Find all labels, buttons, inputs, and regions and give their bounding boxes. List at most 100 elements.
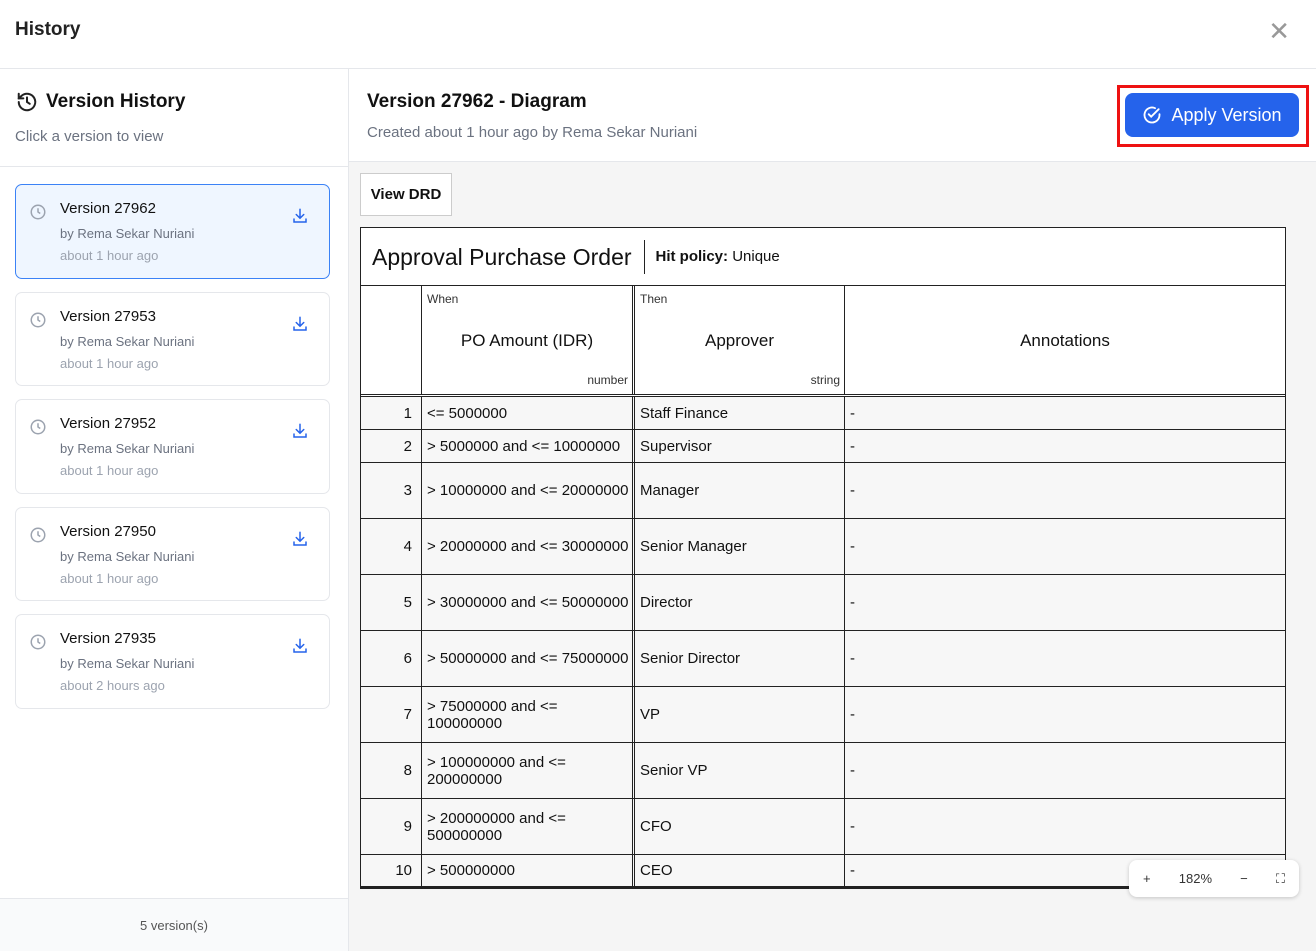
version-time: about 1 hour ago [60,356,158,371]
download-icon[interactable] [291,422,309,440]
version-item[interactable]: Version 27962 by Rema Sekar Nuriani abou… [15,184,330,279]
history-icon [16,91,38,113]
input-cell[interactable]: > 20000000 and <= 30000000 [422,519,635,574]
clock-icon [29,311,47,329]
download-icon[interactable] [291,637,309,655]
table-row: 7> 75000000 and <= 100000000VP- [361,687,1285,743]
sidebar-title: Version History [46,91,185,113]
table-row: 1<= 5000000Staff Finance- [361,397,1285,430]
version-label: Version 27962 [60,200,156,217]
apply-version-button[interactable]: Apply Version [1125,93,1299,137]
output-cell[interactable]: CEO [635,855,845,886]
zoom-level: 182% [1179,871,1212,886]
output-cell[interactable]: Supervisor [635,430,845,462]
output-cell[interactable]: Manager [635,463,845,518]
output-name: Approver [635,331,844,351]
row-index: 1 [361,397,422,429]
clock-icon [29,203,47,221]
input-column-header[interactable]: When PO Amount (IDR) number [422,286,635,394]
annotation-cell[interactable]: - [845,575,1285,630]
annotation-cell[interactable]: - [845,430,1285,462]
download-icon[interactable] [291,315,309,333]
row-index: 9 [361,799,422,854]
close-icon[interactable]: ✕ [1268,18,1290,44]
sidebar-header: Version History Click a version to view [0,69,348,167]
decision-table: Approval Purchase Order Hit policy: Uniq… [360,227,1286,889]
table-row: 6> 50000000 and <= 75000000Senior Direct… [361,631,1285,687]
version-author: by Rema Sekar Nuriani [60,226,194,241]
input-cell[interactable]: > 100000000 and <= 200000000 [422,743,635,798]
version-time: about 1 hour ago [60,463,158,478]
annotation-cell[interactable]: - [845,397,1285,429]
annotation-cell[interactable]: - [845,519,1285,574]
output-cell[interactable]: Senior Director [635,631,845,686]
row-index: 2 [361,430,422,462]
output-cell[interactable]: Director [635,575,845,630]
annotation-cell[interactable]: - [845,687,1285,742]
zoom-in-button[interactable]: + [1143,871,1151,886]
clock-icon [29,418,47,436]
annotation-cell[interactable]: - [845,631,1285,686]
version-item[interactable]: Version 27935 by Rema Sekar Nuriani abou… [15,614,330,709]
version-item[interactable]: Version 27952 by Rema Sekar Nuriani abou… [15,399,330,494]
input-cell[interactable]: > 30000000 and <= 50000000 [422,575,635,630]
download-icon[interactable] [291,530,309,548]
zoom-out-button[interactable]: − [1240,871,1248,886]
version-time: about 1 hour ago [60,248,158,263]
table-row: 2> 5000000 and <= 10000000Supervisor- [361,430,1285,463]
annotation-cell[interactable]: - [845,463,1285,518]
version-label: Version 27935 [60,630,156,647]
table-row: 3> 10000000 and <= 20000000Manager- [361,463,1285,519]
version-time: about 1 hour ago [60,571,158,586]
table-row: 4> 20000000 and <= 30000000Senior Manage… [361,519,1285,575]
table-row: 5> 30000000 and <= 50000000Director- [361,575,1285,631]
version-author: by Rema Sekar Nuriani [60,549,194,564]
input-cell[interactable]: <= 5000000 [422,397,635,429]
output-cell[interactable]: Staff Finance [635,397,845,429]
when-label: When [427,292,458,306]
annotation-cell[interactable]: - [845,799,1285,854]
table-name-row: Approval Purchase Order Hit policy: Uniq… [361,228,1285,286]
version-count: 5 version(s) [0,898,348,951]
fit-screen-button[interactable]: ⛶ [1276,871,1285,887]
row-index: 5 [361,575,422,630]
version-item[interactable]: Version 27950 by Rema Sekar Nuriani abou… [15,507,330,601]
clock-icon [29,633,47,651]
output-cell[interactable]: Senior Manager [635,519,845,574]
then-label: Then [640,292,667,306]
version-author: by Rema Sekar Nuriani [60,441,194,456]
version-time: about 2 hours ago [60,678,165,693]
row-index: 10 [361,855,422,886]
output-column-header[interactable]: Then Approver string [635,286,845,394]
version-label: Version 27953 [60,308,156,325]
input-cell[interactable]: > 75000000 and <= 100000000 [422,687,635,742]
version-author: by Rema Sekar Nuriani [60,334,194,349]
input-cell[interactable]: > 500000000 [422,855,635,886]
hit-policy-label: Hit policy: [656,248,729,265]
input-cell[interactable]: > 10000000 and <= 20000000 [422,463,635,518]
table-row: 9> 200000000 and <= 500000000CFO- [361,799,1285,855]
diagram-canvas: View DRD Approval Purchase Order Hit pol… [349,162,1316,951]
dialog-header: History ✕ [0,0,1316,69]
input-cell[interactable]: > 200000000 and <= 500000000 [422,799,635,854]
version-sidebar: Version History Click a version to view … [0,69,349,951]
row-index: 6 [361,631,422,686]
row-index: 8 [361,743,422,798]
apply-version-label: Apply Version [1171,105,1281,126]
annotation-cell[interactable]: - [845,743,1285,798]
table-header-row: When PO Amount (IDR) number Then Approve… [361,286,1285,397]
view-drd-button[interactable]: View DRD [360,173,452,216]
clock-icon [29,526,47,544]
dialog-title: History [15,19,80,41]
input-cell[interactable]: > 50000000 and <= 75000000 [422,631,635,686]
download-icon[interactable] [291,207,309,225]
output-cell[interactable]: CFO [635,799,845,854]
input-name: PO Amount (IDR) [422,331,632,351]
output-cell[interactable]: Senior VP [635,743,845,798]
version-item[interactable]: Version 27953 by Rema Sekar Nuriani abou… [15,292,330,386]
output-cell[interactable]: VP [635,687,845,742]
input-cell[interactable]: > 5000000 and <= 10000000 [422,430,635,462]
row-index: 3 [361,463,422,518]
hit-policy-value[interactable]: Unique [732,248,780,265]
version-label: Version 27952 [60,415,156,432]
